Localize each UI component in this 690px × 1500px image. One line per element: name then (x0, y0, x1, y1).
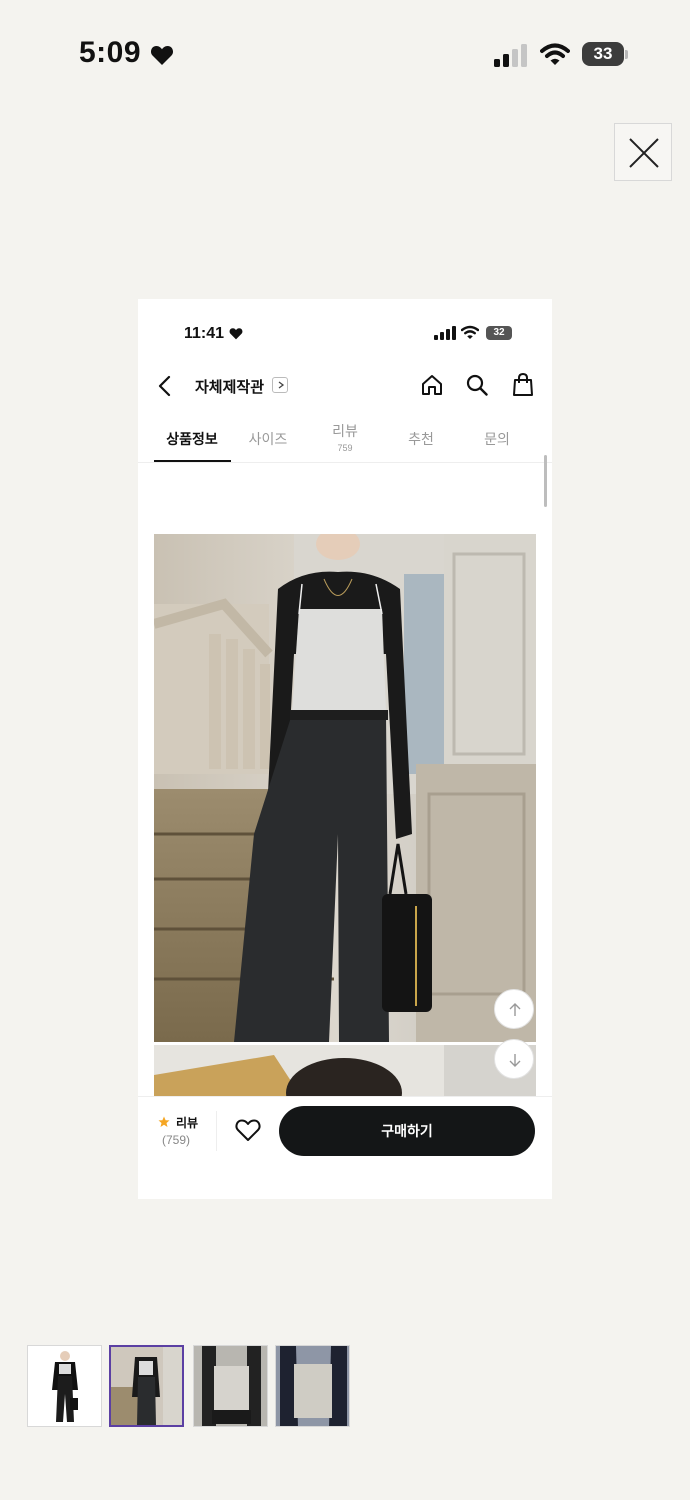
thumbnail-3[interactable] (193, 1345, 268, 1427)
battery-level: 32 (493, 327, 505, 338)
signal-icon (434, 326, 456, 340)
close-button[interactable] (614, 123, 672, 181)
buy-button[interactable]: 구매하기 (279, 1106, 535, 1156)
tab-product-info[interactable]: 상품정보 (154, 417, 230, 462)
wifi-icon (461, 325, 479, 339)
product-photo-2 (154, 1045, 536, 1101)
scroll-up-button[interactable] (494, 989, 534, 1029)
scroll-down-button[interactable] (494, 1039, 534, 1079)
chevron-right-icon[interactable] (272, 377, 288, 393)
back-icon[interactable] (156, 375, 174, 397)
tab-recommend[interactable]: 추천 (383, 417, 459, 462)
status-time: 5:09 (79, 36, 142, 69)
product-photo (154, 534, 536, 1042)
thumbnail-1[interactable] (27, 1345, 102, 1427)
review-label[interactable]: 리뷰 (176, 1114, 198, 1131)
home-icon[interactable] (421, 374, 443, 396)
thumbnail-4[interactable] (275, 1345, 350, 1427)
signal-icon (494, 44, 527, 67)
tab-size[interactable]: 사이즈 (230, 417, 306, 462)
close-icon (629, 138, 659, 168)
outer-status-bar: 5:09 33 (0, 0, 690, 110)
heart-outline-icon[interactable] (235, 1118, 261, 1142)
thumbnail-2[interactable] (109, 1345, 184, 1427)
battery-icon: 32 (486, 326, 514, 340)
store-title[interactable]: 자체제작관 (195, 376, 264, 397)
product-tabs: 상품정보 사이즈 리뷰 759 추천 문의 (154, 417, 536, 462)
battery-icon: 33 (582, 42, 630, 68)
review-tab-count: 759 (337, 443, 353, 453)
arrow-up-icon (509, 1003, 521, 1016)
review-count[interactable]: (759) (162, 1133, 190, 1147)
wifi-icon (540, 43, 570, 65)
purchase-bar: 리뷰 (759) 구매하기 (138, 1096, 552, 1199)
divider (216, 1111, 217, 1151)
tab-review[interactable]: 리뷰 759 (307, 417, 383, 462)
battery-level: 33 (593, 44, 613, 63)
heart-icon (229, 328, 243, 340)
thumbnail-strip (27, 1345, 357, 1428)
tabs-divider (138, 462, 552, 463)
star-icon (158, 1116, 170, 1127)
inner-status-time: 11:41 (184, 325, 225, 342)
shopping-bag-icon[interactable] (512, 373, 534, 397)
scrollbar[interactable] (544, 455, 547, 507)
heart-icon (150, 46, 174, 65)
tab-inquiry[interactable]: 문의 (459, 417, 535, 462)
search-icon[interactable] (466, 374, 488, 396)
screenshot-preview: 11:41 32 자체제작관 상품정보 사이즈 리뷰 759 추천 문의 리뷰 … (138, 299, 552, 1199)
arrow-down-icon (509, 1054, 521, 1067)
